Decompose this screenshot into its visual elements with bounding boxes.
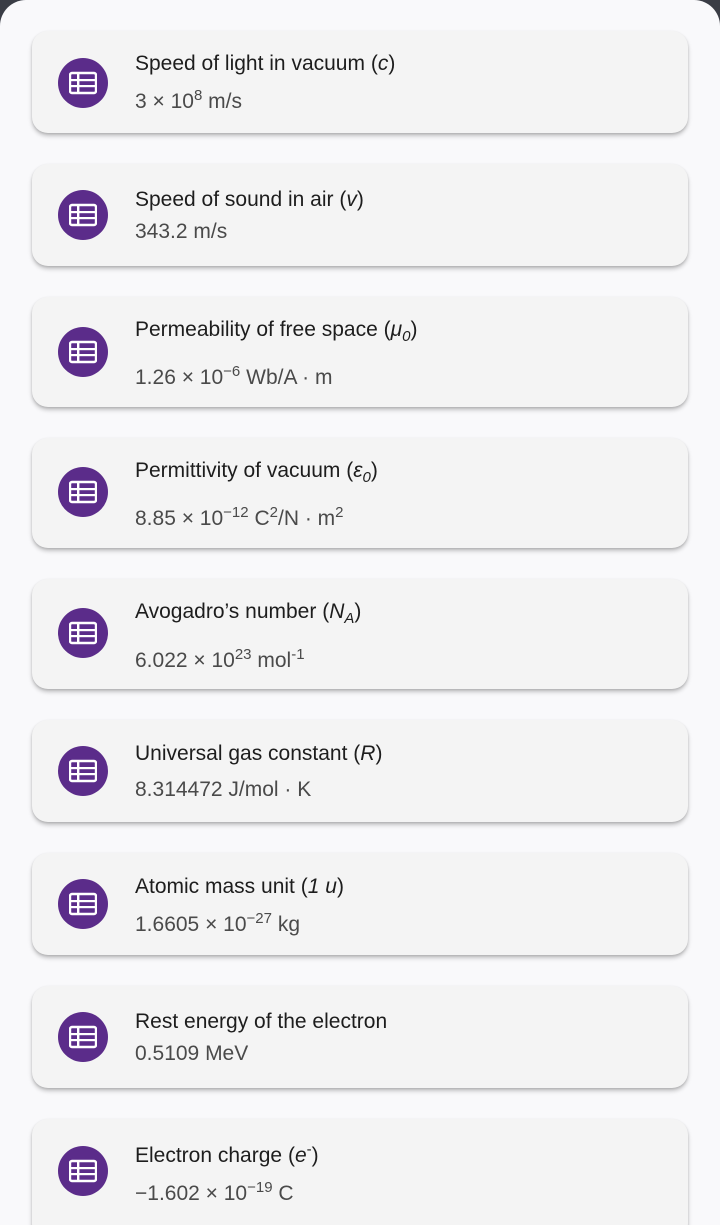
constant-title: Universal gas constant (R)	[135, 742, 383, 765]
constant-value: 8.85 × 10−12 C2/N · m2	[135, 504, 344, 530]
constant-title: Speed of sound in air (v)	[135, 188, 364, 211]
constant-card-speed-of-light[interactable]: Speed of light in vacuum (c) 3 × 108 m/s	[32, 31, 688, 133]
constant-card-avogadro[interactable]: Avogadro’s number (NA) 6.022 × 1023 mol-…	[32, 579, 688, 689]
constant-title: Electron charge (e-)	[135, 1141, 319, 1167]
constant-card-speed-of-sound[interactable]: Speed of sound in air (v) 343.2 m/s	[32, 164, 688, 266]
table-list-icon	[58, 467, 108, 517]
constant-title: Rest energy of the electron	[135, 1010, 388, 1033]
constant-title: Speed of light in vacuum (c)	[135, 52, 396, 75]
constant-title: Permeability of free space (μ0)	[135, 318, 418, 346]
constant-card-gas-constant[interactable]: Universal gas constant (R) 8.314472 J/mo…	[32, 720, 688, 822]
table-list-icon	[58, 608, 108, 658]
constant-title: Avogadro’s number (NA)	[135, 600, 362, 628]
constant-card-electron-charge[interactable]: Electron charge (e-) −1.602 × 10−19 C	[32, 1119, 688, 1225]
constant-value: 3 × 108 m/s	[135, 87, 242, 113]
table-list-icon	[58, 1012, 108, 1062]
constant-value: −1.602 × 10−19 C	[135, 1179, 294, 1205]
constant-card-permeability[interactable]: Permeability of free space (μ0) 1.26 × 1…	[32, 297, 688, 407]
constant-card-permittivity[interactable]: Permittivity of vacuum (ε0) 8.85 × 10−12…	[32, 438, 688, 548]
constant-value: 1.6605 × 10−27 kg	[135, 910, 301, 936]
table-list-icon	[58, 746, 108, 796]
table-list-icon	[58, 190, 108, 240]
constant-value: 8.314472 J/mol · K	[135, 778, 312, 801]
constant-value: 1.26 × 10−6 Wb/A · m	[135, 363, 333, 389]
constant-title: Permittivity of vacuum (ε0)	[135, 459, 378, 487]
table-list-icon	[58, 1146, 108, 1196]
constant-value: 343.2 m/s	[135, 220, 228, 243]
constant-title: Atomic mass unit (1 u)	[135, 875, 344, 898]
constant-card-atomic-mass-unit[interactable]: Atomic mass unit (1 u) 1.6605 × 10−27 kg	[32, 853, 688, 955]
constant-value: 0.5109 MeV	[135, 1042, 249, 1065]
constant-value: 6.022 × 1023 mol-1	[135, 646, 305, 672]
constants-list-sheet: Speed of light in vacuum (c) 3 × 108 m/s…	[0, 0, 720, 1225]
constant-card-rest-energy[interactable]: Rest energy of the electron 0.5109 MeV	[32, 986, 688, 1088]
table-list-icon	[58, 58, 108, 108]
table-list-icon	[58, 327, 108, 377]
table-list-icon	[58, 879, 108, 929]
